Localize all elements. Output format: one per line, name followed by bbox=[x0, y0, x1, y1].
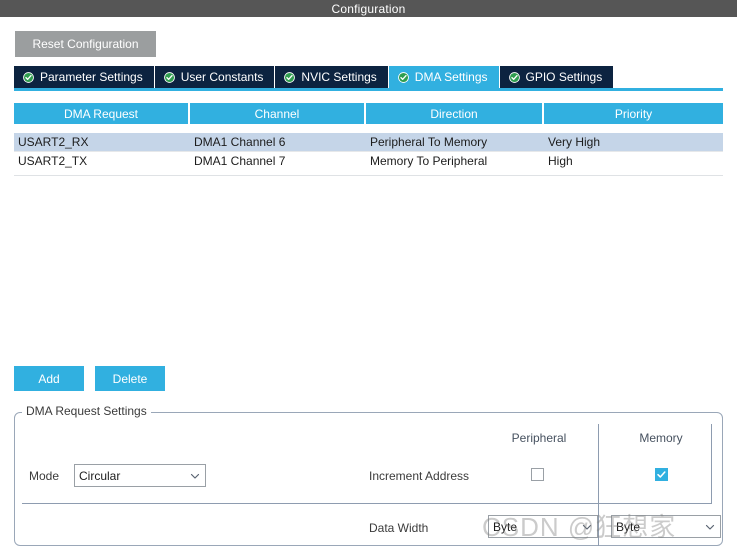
table-header-row: DMA Request Channel Direction Priority bbox=[14, 103, 723, 124]
green-check-icon bbox=[284, 71, 296, 83]
cell-dma-request: USART2_RX bbox=[18, 135, 89, 149]
increment-address-memory-checkbox[interactable] bbox=[655, 468, 668, 481]
cell-priority: High bbox=[548, 153, 573, 168]
add-button[interactable]: Add bbox=[14, 366, 84, 391]
green-check-icon bbox=[397, 71, 409, 83]
column-header-direction[interactable]: Direction bbox=[366, 103, 544, 124]
tab-label: Parameter Settings bbox=[40, 70, 143, 84]
cell-channel: DMA1 Channel 6 bbox=[194, 135, 286, 149]
cell-direction: Peripheral To Memory bbox=[370, 135, 488, 149]
tab-label: DMA Settings bbox=[414, 70, 488, 84]
settings-right-divider bbox=[711, 424, 712, 504]
tab-label: GPIO Settings bbox=[525, 70, 603, 84]
tab-label: NVIC Settings bbox=[301, 70, 377, 84]
tab-user-constants[interactable]: User Constants bbox=[154, 66, 276, 88]
table-row[interactable]: USART2_RX DMA1 Channel 6 Peripheral To M… bbox=[14, 133, 723, 151]
dma-request-table: DMA Request Channel Direction Priority U… bbox=[14, 103, 723, 176]
mode-select[interactable]: Circular bbox=[74, 464, 206, 487]
green-check-icon bbox=[508, 71, 520, 83]
dma-request-settings-title: DMA Request Settings bbox=[22, 404, 151, 418]
tabbar-underline bbox=[14, 88, 723, 91]
green-check-icon bbox=[163, 71, 175, 83]
column-header-priority[interactable]: Priority bbox=[544, 103, 723, 124]
green-check-icon bbox=[23, 71, 34, 83]
data-width-peripheral-value: Byte bbox=[493, 519, 518, 534]
column-header-channel[interactable]: Channel bbox=[190, 103, 366, 124]
table-action-row: Add Delete bbox=[14, 366, 165, 391]
settings-tabbar: Parameter Settings User Constants NVIC S… bbox=[14, 66, 614, 88]
mode-select-value: Circular bbox=[79, 468, 121, 483]
cell-direction: Memory To Peripheral bbox=[370, 153, 488, 168]
tab-parameter-settings[interactable]: Parameter Settings bbox=[14, 66, 155, 88]
increment-address-peripheral-checkbox[interactable] bbox=[531, 468, 544, 481]
table-row[interactable]: USART2_TX DMA1 Channel 7 Memory To Perip… bbox=[14, 151, 723, 169]
mode-label: Mode bbox=[29, 469, 60, 483]
window-titlebar: Configuration bbox=[0, 0, 737, 17]
chevron-down-icon bbox=[704, 521, 716, 533]
table-header-gap bbox=[14, 124, 723, 133]
data-width-label: Data Width bbox=[369, 521, 429, 535]
peripheral-memory-divider bbox=[598, 424, 599, 546]
delete-button-label: Delete bbox=[112, 371, 148, 386]
chevron-down-icon bbox=[581, 521, 593, 533]
tab-label: User Constants bbox=[180, 70, 264, 84]
column-label-peripheral: Peripheral bbox=[511, 431, 567, 445]
cell-dma-request: USART2_TX bbox=[18, 153, 88, 168]
increment-address-label: Increment Address bbox=[369, 469, 470, 483]
data-width-memory-select[interactable]: Byte bbox=[611, 515, 721, 538]
data-width-peripheral-select[interactable]: Byte bbox=[488, 515, 598, 538]
settings-row-divider bbox=[22, 503, 712, 504]
cell-channel: DMA1 Channel 7 bbox=[194, 153, 286, 168]
chevron-down-icon bbox=[189, 470, 201, 482]
delete-button[interactable]: Delete bbox=[95, 366, 165, 391]
tab-dma-settings[interactable]: DMA Settings bbox=[388, 66, 500, 88]
tab-nvic-settings[interactable]: NVIC Settings bbox=[275, 66, 389, 88]
column-header-dma-request[interactable]: DMA Request bbox=[14, 103, 190, 124]
tab-gpio-settings[interactable]: GPIO Settings bbox=[499, 66, 614, 88]
cell-priority: Very High bbox=[548, 135, 601, 149]
data-width-memory-value: Byte bbox=[616, 519, 641, 534]
configuration-dialog: Configuration Reset Configuration Parame… bbox=[0, 0, 737, 546]
column-label-memory: Memory bbox=[639, 431, 683, 445]
add-button-label: Add bbox=[38, 371, 60, 386]
reset-configuration-button[interactable]: Reset Configuration bbox=[15, 31, 156, 57]
window-title: Configuration bbox=[331, 1, 406, 16]
reset-configuration-label: Reset Configuration bbox=[32, 37, 139, 51]
